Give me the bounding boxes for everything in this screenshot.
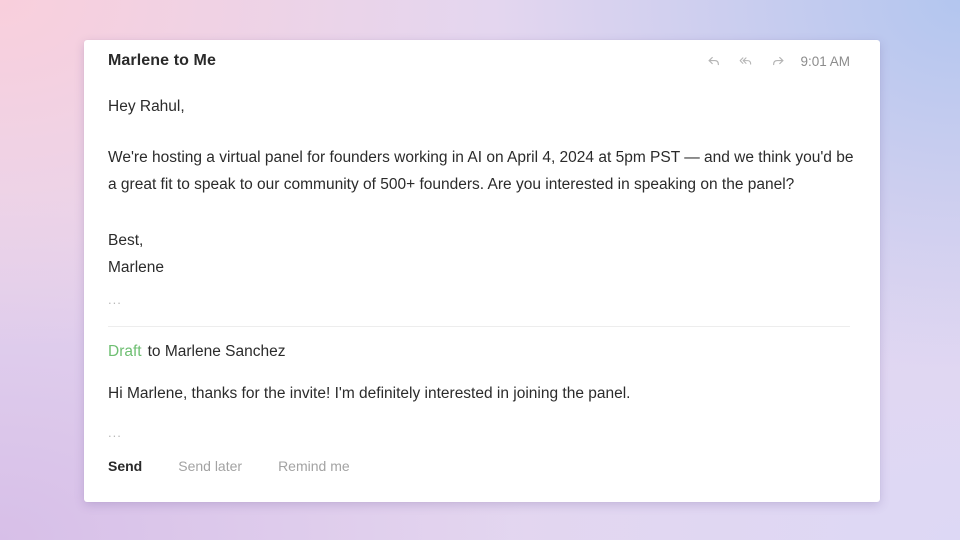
- draft-body[interactable]: Hi Marlene, thanks for the invite! I'm d…: [108, 381, 631, 407]
- thread-divider: [108, 326, 850, 327]
- draft-label: Draft: [108, 343, 142, 360]
- reply-all-icon[interactable]: [730, 51, 762, 71]
- draft-show-more-button[interactable]: ...: [108, 425, 122, 440]
- send-later-button[interactable]: Send later: [178, 458, 242, 474]
- message-signoff: Best,: [108, 232, 144, 249]
- remind-me-button[interactable]: Remind me: [278, 458, 350, 474]
- forward-icon[interactable]: [762, 51, 794, 71]
- show-trimmed-content-button[interactable]: ...: [108, 292, 122, 307]
- reply-icon[interactable]: [698, 51, 730, 71]
- sender-line: Marlene to Me: [108, 52, 216, 69]
- message-signature: Marlene: [108, 259, 164, 276]
- email-thread-card: Marlene to Me 9:01 AM Hey Rahul, We're h…: [84, 40, 880, 502]
- draft-header: Draft to Marlene Sanchez: [108, 343, 285, 361]
- send-button[interactable]: Send: [108, 458, 142, 474]
- message-time: 9:01 AM: [800, 53, 850, 69]
- draft-recipient: to Marlene Sanchez: [147, 343, 286, 360]
- message-header: Marlene to Me 9:01 AM: [108, 50, 850, 72]
- message-signature-block: Best, Marlene: [108, 227, 164, 281]
- message-greeting: Hey Rahul,: [108, 98, 185, 115]
- message-actions: 9:01 AM: [698, 51, 850, 71]
- message-body: We're hosting a virtual panel for founde…: [108, 149, 854, 193]
- draft-actions: Send Send later Remind me: [108, 458, 350, 474]
